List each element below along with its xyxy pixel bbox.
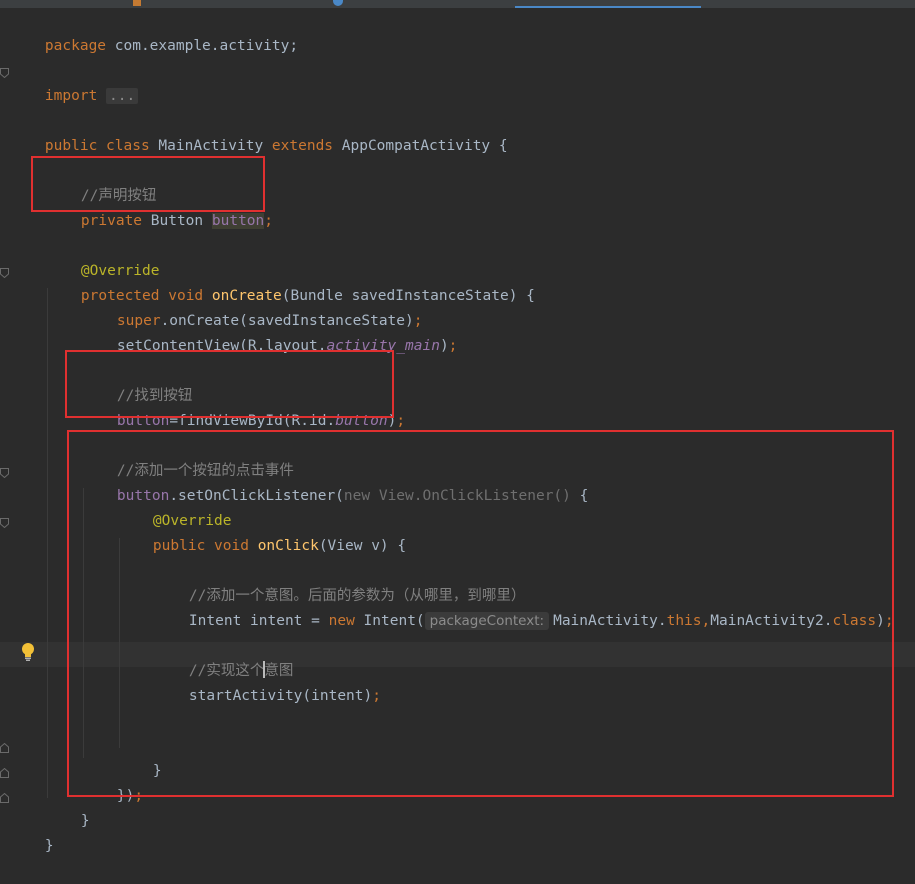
highlight-box-click-listener: [67, 430, 894, 797]
tab-fragment-1[interactable]: [0, 0, 40, 6]
keyword: extends: [271, 138, 334, 154]
tab-fragment-kotlin-icon: [133, 0, 141, 6]
highlight-box-declare-button: [31, 156, 265, 212]
keyword: private: [80, 213, 143, 229]
folded-imports[interactable]: ...: [106, 88, 139, 104]
keyword: package: [44, 38, 107, 54]
fold-icon[interactable]: [0, 768, 9, 778]
code-line-setcontentview[interactable]: setContentView(R.layout.activity_main);: [82, 309, 457, 354]
editor-tab-strip: [0, 0, 915, 8]
field-name: button: [211, 213, 265, 229]
type-name: Button: [142, 213, 212, 229]
fold-icon[interactable]: [0, 468, 9, 478]
semicolon: ;: [448, 338, 458, 354]
fold-icon[interactable]: [0, 518, 9, 528]
code-line-close-class[interactable]: }: [10, 809, 54, 854]
fold-icon[interactable]: [0, 68, 9, 78]
semicolon: ;: [396, 413, 406, 429]
code-text: ): [439, 338, 449, 354]
code-editor[interactable]: package com.example.activity; import ...…: [0, 8, 915, 855]
indent-guide: [47, 288, 48, 798]
code-line-super-oncreate[interactable]: super.onCreate(savedInstanceState);: [82, 284, 423, 329]
keyword: import: [44, 88, 98, 104]
fold-icon[interactable]: [0, 793, 9, 803]
class-name: MainActivity: [149, 138, 272, 154]
code-line-annotation[interactable]: @Override: [46, 234, 160, 279]
keyword: public: [44, 138, 98, 154]
fold-icon[interactable]: [0, 743, 9, 753]
code-line-import[interactable]: import ...: [10, 59, 139, 104]
lightbulb-icon[interactable]: [21, 642, 35, 662]
code-text: com.example.activity;: [106, 38, 299, 54]
highlight-box-find-button: [65, 350, 394, 418]
code-text: AppCompatActivity {: [333, 138, 508, 154]
semicolon: ;: [264, 213, 273, 229]
code-line-class-declaration[interactable]: public class MainActivity extends AppCom…: [10, 109, 508, 154]
fold-icon[interactable]: [0, 268, 9, 278]
code-line-package[interactable]: package com.example.activity;: [10, 9, 298, 54]
code-text: }: [44, 838, 54, 854]
tab-fragment-java-icon: [333, 0, 343, 6]
code-text: }: [80, 813, 90, 829]
keyword: class: [106, 138, 150, 154]
code-line-oncreate[interactable]: protected void onCreate(Bundle savedInst…: [46, 259, 535, 304]
